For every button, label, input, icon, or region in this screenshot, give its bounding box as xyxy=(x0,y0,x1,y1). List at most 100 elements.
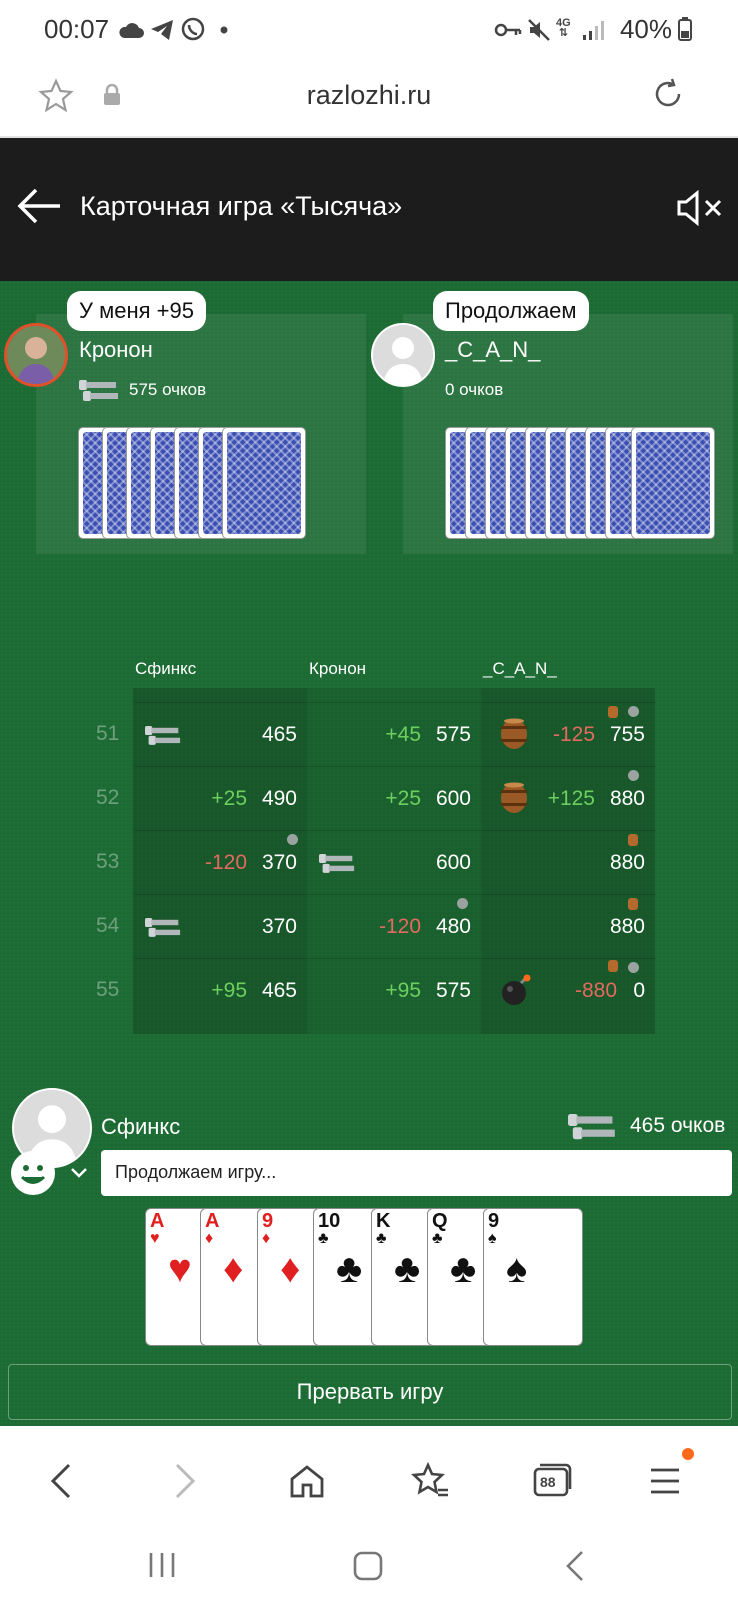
score-total: 600 xyxy=(435,787,471,810)
score-total: 575 xyxy=(435,979,471,1002)
score-delta: +95 xyxy=(385,979,421,1002)
bolt-icon xyxy=(319,851,355,880)
score-delta: +125 xyxy=(547,787,595,810)
player-name: _C_A_N_ xyxy=(445,337,541,362)
card-pip-icon: ♣ xyxy=(336,1247,363,1291)
bolt-icon xyxy=(145,723,181,752)
playing-card[interactable]: 9 ♠ ♠ xyxy=(483,1208,583,1346)
system-nav-bar xyxy=(0,1536,738,1599)
barrel-icon xyxy=(499,718,529,755)
score-cell: 465 xyxy=(133,703,307,767)
player-name: Кронон xyxy=(79,337,153,362)
avatar xyxy=(371,323,435,387)
score-cell: +95 465 xyxy=(133,959,307,1023)
card-pip-icon: ♣ xyxy=(394,1247,421,1291)
player-name: Сфинкс xyxy=(101,1114,181,1139)
card-pip-icon: ♥ xyxy=(168,1247,192,1291)
back-arrow-icon[interactable] xyxy=(16,186,62,231)
url-text[interactable]: razlozhi.ru xyxy=(0,80,738,111)
card-rank: K xyxy=(376,1210,391,1232)
table-row: 465 +45 575 -125 755 xyxy=(133,702,656,766)
score-total: 370 xyxy=(261,915,297,938)
status-time: 00:07 xyxy=(44,14,110,44)
page-title: Карточная игра «Тысяча» xyxy=(80,191,403,221)
status-bar: 00:07 4G ⇅ 40% xyxy=(0,0,738,58)
battery-percent: 40% xyxy=(619,14,672,44)
browser-url-bar: razlozhi.ru xyxy=(0,58,738,138)
cloud-icon xyxy=(118,18,144,42)
menu-icon[interactable] xyxy=(640,1456,690,1506)
card-suit-icon: ♠ xyxy=(488,1230,497,1247)
telegram-icon xyxy=(150,18,174,42)
score-total: 880 xyxy=(609,787,645,810)
status-dot-icon xyxy=(628,770,639,781)
score-total: 490 xyxy=(261,787,297,810)
bolt-icon xyxy=(145,915,181,944)
score-delta: -120 xyxy=(378,915,421,938)
round-number: 52 xyxy=(96,786,120,809)
bookmarks-icon[interactable] xyxy=(405,1456,455,1506)
card-rank: 9 xyxy=(488,1210,500,1232)
speech-bubble: Продолжаем xyxy=(433,291,589,331)
tabs-icon[interactable]: 88 xyxy=(527,1456,577,1506)
score-delta: -120 xyxy=(204,851,247,874)
key-icon xyxy=(494,18,522,42)
status-dot-icon xyxy=(457,898,468,909)
sound-off-icon[interactable] xyxy=(676,189,724,231)
stop-game-button[interactable]: Прервать игру xyxy=(8,1364,732,1420)
barrel-small-icon xyxy=(628,898,638,910)
card-suit-icon: ♣ xyxy=(432,1230,443,1247)
status-dot-icon xyxy=(287,834,298,845)
table-row: -120 370 600 880 xyxy=(133,830,656,894)
signal-icon xyxy=(582,18,604,42)
card-rank: A xyxy=(205,1210,220,1232)
card-rank: 9 xyxy=(262,1210,274,1232)
score-column-header: Кронон xyxy=(309,659,367,678)
score-delta: -880 xyxy=(574,979,617,1002)
table-row: 370 -120 480 880 xyxy=(133,894,656,958)
status-dot-icon xyxy=(628,962,639,973)
score-total: 370 xyxy=(261,851,297,874)
score-cell: -120 370 xyxy=(133,831,307,895)
recent-apps-icon[interactable] xyxy=(147,1550,177,1585)
browser-bottom-nav: 88 xyxy=(0,1426,738,1536)
home-icon[interactable] xyxy=(282,1456,332,1506)
score-delta: -125 xyxy=(552,723,595,746)
card-rank: Q xyxy=(432,1210,448,1232)
score-total: 465 xyxy=(261,979,297,1002)
score-total: 0 xyxy=(633,979,645,1002)
player-score: 0 очков xyxy=(445,380,504,399)
score-cell: +25 600 xyxy=(307,767,481,831)
card-suit-icon: ♣ xyxy=(318,1230,329,1247)
round-number: 54 xyxy=(96,914,120,937)
barrel-small-icon xyxy=(628,834,638,846)
card-suit-icon: ♦ xyxy=(262,1230,271,1247)
forward-icon[interactable] xyxy=(160,1456,210,1506)
score-total: 480 xyxy=(435,915,471,938)
home-button-icon[interactable] xyxy=(352,1550,384,1587)
viber-icon xyxy=(180,17,206,42)
card-rank: A xyxy=(150,1210,165,1232)
card-back xyxy=(631,427,715,539)
bolt-icon xyxy=(79,377,119,408)
card-pip-icon: ♦ xyxy=(223,1247,244,1291)
score-delta: +25 xyxy=(385,787,421,810)
score-total: 880 xyxy=(609,915,645,938)
reload-icon[interactable] xyxy=(650,76,686,117)
bolt-icon xyxy=(568,1110,616,1147)
card-rank: 10 xyxy=(318,1210,341,1232)
card-suit-icon: ♣ xyxy=(376,1230,387,1247)
score-total: 755 xyxy=(609,723,645,746)
system-back-icon[interactable] xyxy=(564,1550,586,1587)
score-total: 465 xyxy=(261,723,297,746)
chat-message-input[interactable]: Продолжаем игру... xyxy=(101,1150,732,1196)
smiley-icon[interactable] xyxy=(10,1150,56,1201)
back-icon[interactable] xyxy=(36,1456,86,1506)
score-column-header: _C_A_N_ xyxy=(483,659,557,678)
card-back xyxy=(222,427,306,539)
barrel-small-icon xyxy=(608,706,618,718)
chevron-down-icon[interactable] xyxy=(70,1166,88,1184)
status-dot-icon xyxy=(628,706,639,717)
scoreboard[interactable]: +95400 530 +25880 465 +45 575 -125 755 +25 490… xyxy=(133,688,656,1034)
bomb-icon xyxy=(499,974,533,1013)
